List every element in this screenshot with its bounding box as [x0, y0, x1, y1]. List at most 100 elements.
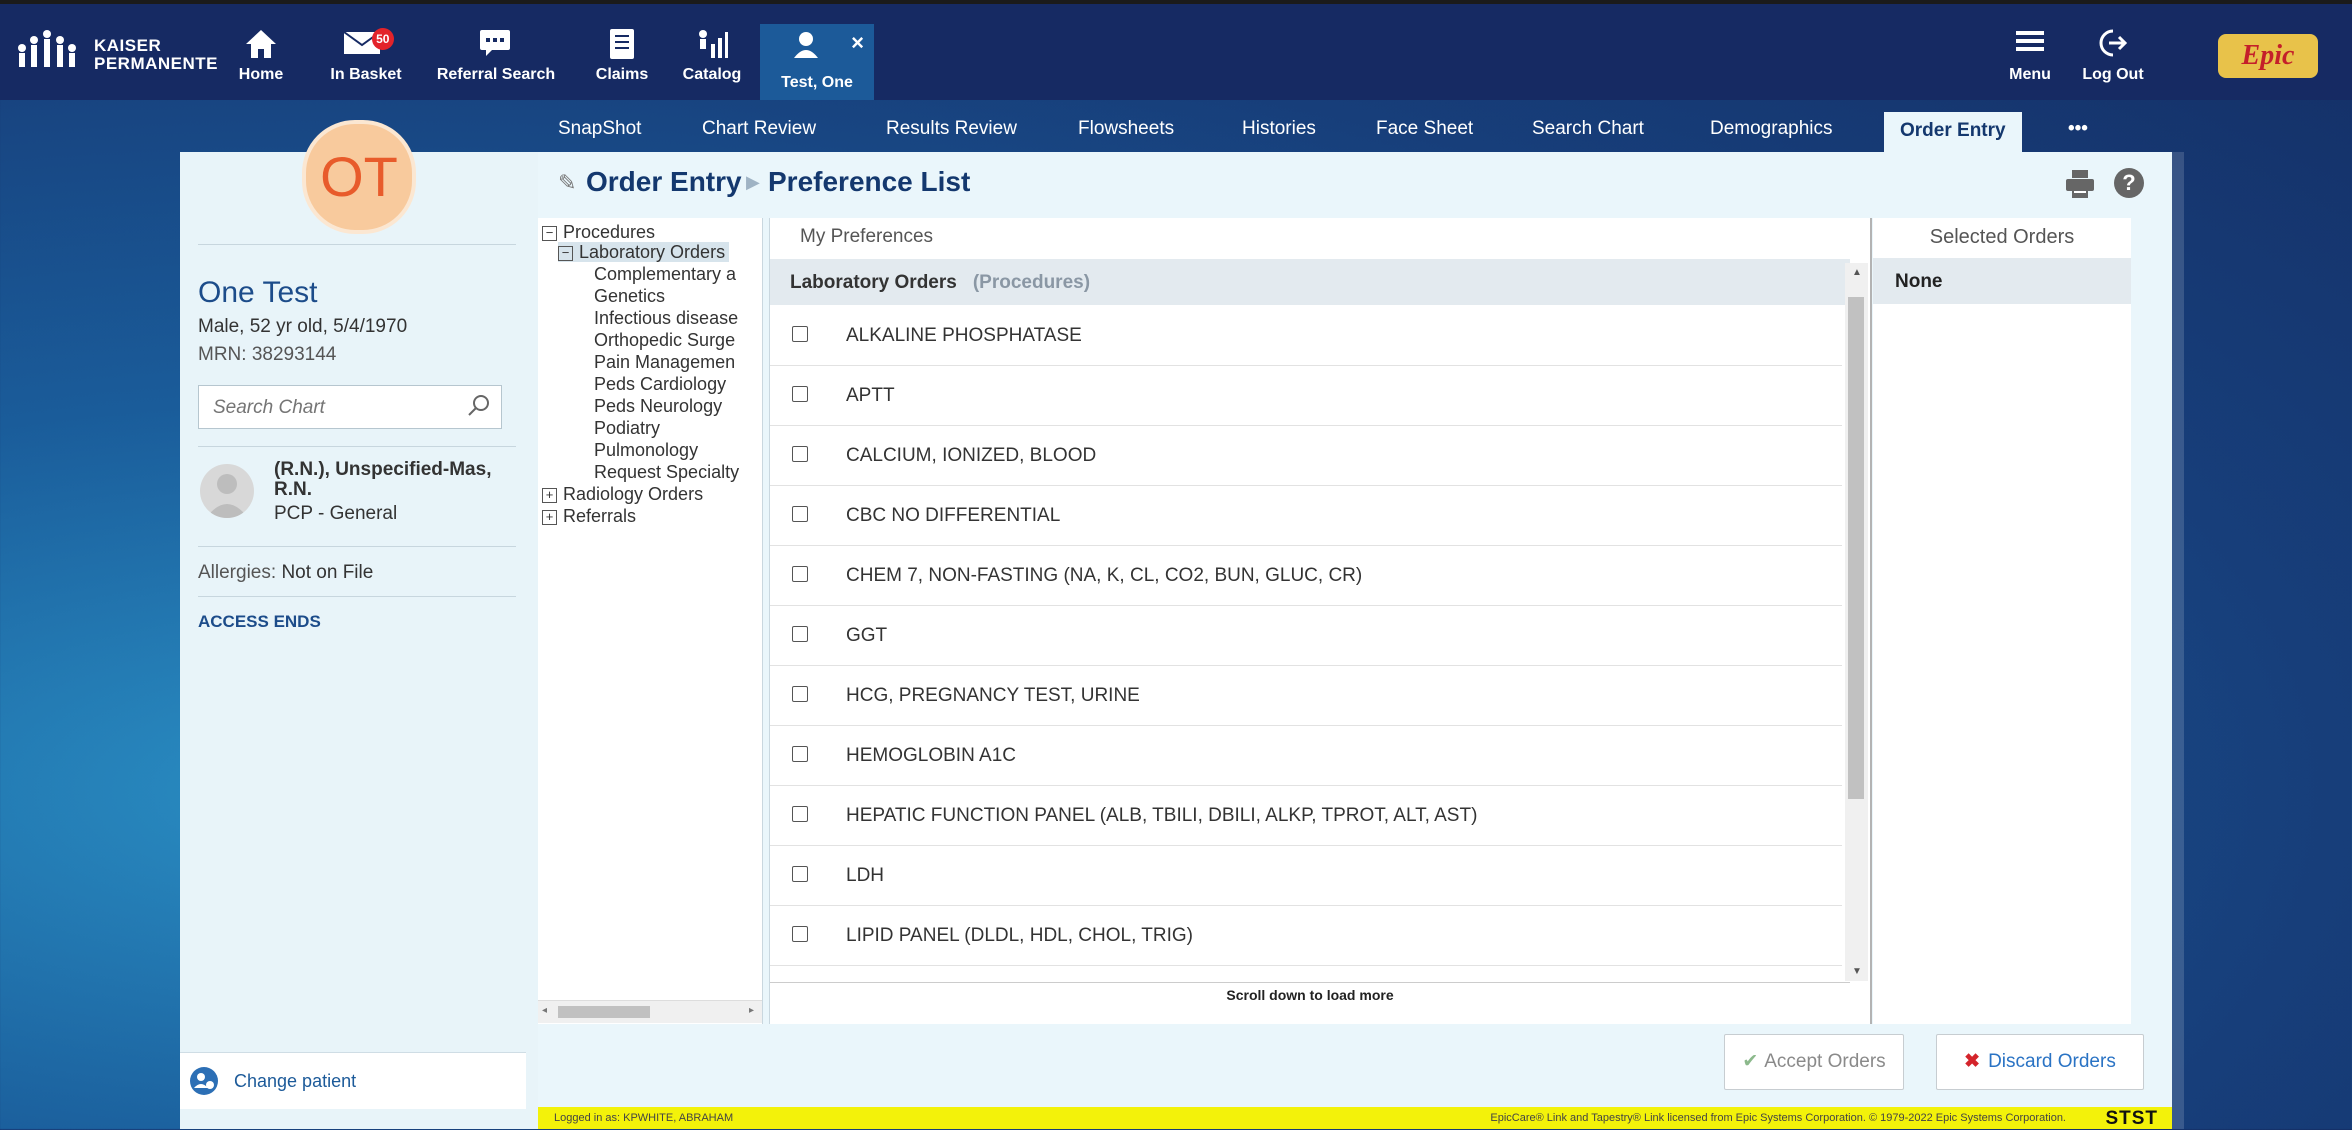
- home-label: Home: [238, 66, 284, 83]
- in-basket-button[interactable]: 50 In Basket: [318, 14, 414, 98]
- search-chart-input[interactable]: [211, 394, 455, 422]
- referral-search-button[interactable]: Referral Search: [428, 14, 564, 98]
- tree-node-child[interactable]: Orthopedic Surge: [594, 330, 735, 350]
- allergies-line[interactable]: Allergies: Not on File: [198, 562, 373, 584]
- tab-face-sheet[interactable]: Face Sheet: [1376, 110, 1473, 150]
- claims-button[interactable]: Claims: [586, 14, 658, 98]
- help-icon[interactable]: ?: [2114, 168, 2144, 198]
- order-row[interactable]: HEPATIC FUNCTION PANEL (ALB, TBILI, DBIL…: [770, 786, 1842, 846]
- preference-tree: − Procedures − Laboratory Orders Complemen…: [538, 218, 763, 1024]
- tree-node-child[interactable]: Peds Cardiology: [594, 374, 726, 394]
- order-label[interactable]: CALCIUM, IONIZED, BLOOD: [846, 445, 1096, 467]
- order-label[interactable]: HEMOGLOBIN A1C: [846, 745, 1016, 767]
- order-label[interactable]: HCG, PREGNANCY TEST, URINE: [846, 685, 1140, 707]
- breadcrumb-order-entry[interactable]: Order Entry: [586, 166, 742, 198]
- scroll-down-icon[interactable]: ▼: [1852, 966, 1862, 977]
- tree-node-procedures[interactable]: − Procedures: [542, 222, 655, 242]
- order-row[interactable]: CBC NO DIFFERENTIAL: [770, 486, 1842, 546]
- tree-scroll-thumb[interactable]: [558, 1006, 650, 1018]
- expand-icon[interactable]: +: [542, 487, 557, 503]
- close-patient-tab-icon[interactable]: ×: [851, 30, 864, 56]
- tree-node-child[interactable]: Request Specialty: [594, 462, 739, 482]
- accept-orders-button[interactable]: ✔ Accept Orders: [1724, 1034, 1904, 1090]
- tab-demographics[interactable]: Demographics: [1710, 110, 1833, 150]
- tab-flowsheets[interactable]: Flowsheets: [1078, 110, 1174, 150]
- order-label[interactable]: ALKALINE PHOSPHATASE: [846, 325, 1082, 347]
- order-checkbox[interactable]: [792, 866, 808, 882]
- tree-node-child[interactable]: Podiatry: [594, 418, 660, 438]
- tree-node-child[interactable]: Genetics: [594, 286, 665, 306]
- tab-histories[interactable]: Histories: [1242, 110, 1316, 150]
- catalog-button[interactable]: Catalog: [672, 14, 752, 98]
- tab-order-entry[interactable]: Order Entry: [1884, 112, 2022, 152]
- copyright-notice: EpicCare® Link and Tapestry® Link licens…: [1490, 1112, 2066, 1124]
- order-row[interactable]: APTT: [770, 366, 1842, 426]
- tab-more-activities[interactable]: •••: [2068, 110, 2088, 150]
- order-row[interactable]: CALCIUM, IONIZED, BLOOD: [770, 426, 1842, 486]
- allergies-label: Allergies:: [198, 562, 277, 583]
- home-button[interactable]: Home: [226, 14, 296, 98]
- order-checkbox[interactable]: [792, 566, 808, 582]
- tree-node-child[interactable]: Infectious disease: [594, 308, 738, 328]
- order-row[interactable]: HEMOGLOBIN A1C: [770, 726, 1842, 786]
- order-label[interactable]: HEPATIC FUNCTION PANEL (ALB, TBILI, DBIL…: [846, 805, 1477, 827]
- search-chart-box[interactable]: [198, 385, 502, 429]
- scroll-right-icon[interactable]: ▸: [749, 1005, 754, 1016]
- page-scrollbar[interactable]: [2172, 152, 2184, 1129]
- list-vertical-scrollbar[interactable]: ▲ ▼: [1845, 263, 1868, 981]
- expand-icon[interactable]: +: [542, 509, 557, 525]
- order-label[interactable]: CHEM 7, NON-FASTING (NA, K, CL, CO2, BUN…: [846, 565, 1362, 587]
- order-label[interactable]: GGT: [846, 625, 887, 647]
- search-icon[interactable]: [467, 394, 491, 418]
- order-checkbox[interactable]: [792, 746, 808, 762]
- order-checkbox[interactable]: [792, 686, 808, 702]
- order-label[interactable]: CBC NO DIFFERENTIAL: [846, 505, 1060, 527]
- change-patient-icon: [190, 1067, 218, 1095]
- log-out-button[interactable]: Log Out: [2072, 14, 2154, 98]
- list-scroll-thumb[interactable]: [1848, 297, 1864, 799]
- collapse-icon[interactable]: −: [542, 225, 557, 241]
- print-icon[interactable]: [2064, 168, 2096, 200]
- scroll-left-icon[interactable]: ◂: [542, 1005, 547, 1016]
- tree-node-laboratory-orders[interactable]: − Laboratory Orders: [558, 242, 730, 262]
- claims-label: Claims: [595, 66, 649, 83]
- collapse-icon[interactable]: −: [558, 245, 573, 261]
- order-checkbox[interactable]: [792, 626, 808, 642]
- tab-chart-review[interactable]: Chart Review: [702, 110, 816, 150]
- order-row[interactable]: HCG, PREGNANCY TEST, URINE: [770, 666, 1842, 726]
- change-patient-button[interactable]: Change patient: [180, 1052, 526, 1109]
- order-checkbox[interactable]: [792, 446, 808, 462]
- order-label[interactable]: APTT: [846, 385, 895, 407]
- scroll-up-icon[interactable]: ▲: [1852, 267, 1862, 278]
- order-row[interactable]: CHEM 7, NON-FASTING (NA, K, CL, CO2, BUN…: [770, 546, 1842, 606]
- tab-search-chart[interactable]: Search Chart: [1532, 110, 1644, 150]
- scroll-to-load-more[interactable]: Scroll down to load more: [770, 982, 1850, 1007]
- order-row[interactable]: LDH: [770, 846, 1842, 906]
- tree-node-child[interactable]: Complementary a: [594, 264, 736, 284]
- order-checkbox[interactable]: [792, 926, 808, 942]
- tree-node-child[interactable]: Pain Managemen: [594, 352, 735, 372]
- sidebar-divider: [198, 446, 516, 447]
- order-row[interactable]: ALKALINE PHOSPHATASE: [770, 306, 1842, 366]
- pcp-name[interactable]: (R.N.), Unspecified-Mas, R.N.: [274, 460, 524, 500]
- tree-node-child[interactable]: Peds Neurology: [594, 396, 722, 416]
- order-checkbox[interactable]: [792, 326, 808, 342]
- order-checkbox[interactable]: [792, 506, 808, 522]
- order-checkbox[interactable]: [792, 386, 808, 402]
- patient-name[interactable]: One Test: [198, 276, 318, 310]
- patient-tab-test-one[interactable]: × Test, One: [760, 24, 874, 100]
- checkmark-icon: ✔: [1742, 1051, 1759, 1072]
- order-label[interactable]: LIPID PANEL (DLDL, HDL, CHOL, TRIG): [846, 925, 1193, 947]
- menu-button[interactable]: Menu: [2000, 14, 2060, 98]
- tree-node-radiology-orders[interactable]: + Radiology Orders: [542, 484, 703, 504]
- tree-horizontal-scrollbar[interactable]: ◂ ▸: [538, 1000, 762, 1023]
- tab-snapshot[interactable]: SnapShot: [558, 110, 641, 150]
- tree-node-referrals[interactable]: + Referrals: [542, 506, 636, 526]
- tab-results-review[interactable]: Results Review: [886, 110, 1017, 150]
- order-label[interactable]: LDH: [846, 865, 884, 887]
- tree-node-child[interactable]: Pulmonology: [594, 440, 698, 460]
- order-checkbox[interactable]: [792, 806, 808, 822]
- discard-orders-button[interactable]: ✖ Discard Orders: [1936, 1034, 2144, 1090]
- order-row[interactable]: LIPID PANEL (DLDL, HDL, CHOL, TRIG): [770, 906, 1842, 966]
- order-row[interactable]: GGT: [770, 606, 1842, 666]
